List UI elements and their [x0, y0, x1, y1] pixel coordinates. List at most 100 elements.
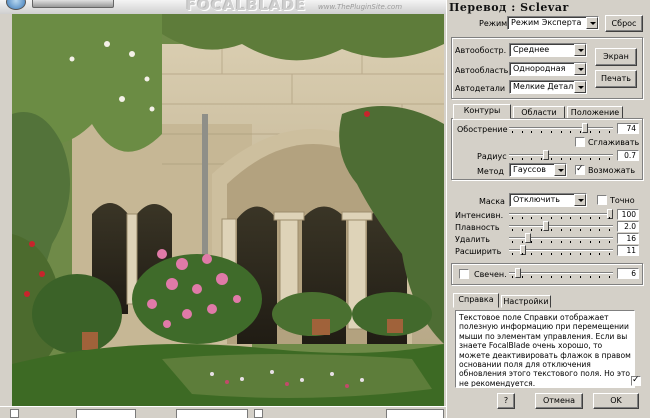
auto-sharpen-value: Среднее [513, 45, 550, 54]
remove-label: Удалить [455, 235, 490, 244]
glow-slider[interactable] [509, 268, 613, 278]
slider-tick [561, 253, 562, 255]
slider-tick [522, 229, 523, 231]
expand-thumb[interactable] [520, 245, 526, 255]
slider-tick [512, 229, 513, 231]
slider-tick [609, 276, 610, 278]
remove-value[interactable]: 16 [617, 233, 639, 244]
slider-tick [512, 276, 513, 278]
smoothness-thumb[interactable] [543, 221, 549, 231]
slider-tick [609, 253, 610, 255]
smoothness-slider[interactable] [509, 221, 613, 231]
cancel-button[interactable]: Отмена [535, 393, 583, 409]
tab-contours[interactable]: Контуры [453, 104, 511, 119]
smoothness-value[interactable]: 2.0 [617, 221, 639, 232]
smoothness-label: Плавность [455, 223, 500, 232]
mode-select[interactable]: Режим Эксперта [507, 16, 599, 30]
slider-tick [512, 253, 513, 255]
expand-label: Расширить [455, 247, 502, 256]
site-watermark: www.ThePluginSite.com [318, 3, 403, 11]
slider-tick [541, 253, 542, 255]
status-field-2 [176, 409, 248, 418]
intensity-value[interactable]: 100 [617, 209, 639, 220]
auto-area-select[interactable]: Однородная [509, 62, 587, 76]
auto-detail-label: Автодетали [455, 84, 506, 93]
slider-tick [541, 241, 542, 243]
slider-tick [551, 241, 552, 243]
slider-tick [512, 217, 513, 219]
slider-tick [551, 253, 552, 255]
tab-settings[interactable]: Настройки [501, 295, 551, 308]
slider-tick [609, 241, 610, 243]
slider-tick [541, 217, 542, 219]
slider-tick [570, 241, 571, 243]
zoom-slider[interactable] [32, 0, 114, 8]
slider-tick [522, 253, 523, 255]
screen-button[interactable]: Экран [595, 48, 637, 66]
mask-value: Отключить [513, 195, 560, 204]
slider-tick [609, 217, 610, 219]
glow-label: Свечен. [474, 270, 507, 279]
control-panel: Перевод : Sclevar Режим Режим Эксперта С… [446, 0, 650, 418]
slider-tick [551, 229, 552, 231]
mode-select-value: Режим Эксперта [511, 18, 582, 27]
exact-checkbox[interactable] [597, 195, 607, 205]
chevron-down-icon [574, 44, 586, 56]
glow-thumb[interactable] [515, 268, 521, 278]
chevron-down-icon [574, 81, 586, 93]
reset-button[interactable]: Сброс [605, 15, 643, 32]
slider-tick [580, 276, 581, 278]
slider-tick [561, 276, 562, 278]
slider-tick [590, 276, 591, 278]
intensity-slider[interactable] [509, 209, 613, 219]
slider-tick [561, 229, 562, 231]
slider-tick [531, 276, 532, 278]
slider-tick [531, 217, 532, 219]
compare-checkbox[interactable] [254, 409, 263, 418]
tab-help[interactable]: Справка [453, 293, 499, 308]
courtyard-photo [12, 14, 444, 406]
slider-tick [599, 241, 600, 243]
slider-tick [561, 217, 562, 219]
auto-sharpen-select[interactable]: Среднее [509, 43, 587, 57]
glow-checkbox[interactable] [459, 269, 469, 279]
slider-tick [570, 217, 571, 219]
slider-tick [531, 241, 532, 243]
print-button[interactable]: Печать [595, 70, 637, 88]
zoom-field[interactable] [386, 409, 444, 418]
auto-detail-select[interactable]: Мелкие Детали [509, 80, 587, 94]
ok-button[interactable]: OK [593, 393, 639, 409]
help-update-checkbox[interactable] [631, 375, 641, 386]
slider-tick [599, 229, 600, 231]
slider-tick [551, 217, 552, 219]
mask-label: Маска [479, 197, 505, 206]
slider-tick [541, 229, 542, 231]
mask-select[interactable]: Отключить [509, 193, 587, 207]
panel-title: Перевод : Sclevar [449, 1, 569, 14]
slider-tick [580, 253, 581, 255]
auto-area-label: Автообласть [455, 66, 509, 75]
app-orb-icon[interactable] [6, 0, 26, 10]
help-button[interactable]: ? [497, 393, 515, 409]
slider-tick [561, 241, 562, 243]
preview-checkbox[interactable] [10, 409, 19, 418]
image-preview[interactable] [12, 14, 444, 406]
intensity-label: Интенсивн. [455, 211, 504, 220]
slider-tick [599, 253, 600, 255]
slider-tick [522, 241, 523, 243]
slider-tick [570, 276, 571, 278]
slider-tick [541, 276, 542, 278]
slider-tick [531, 253, 532, 255]
auto-area-value: Однородная [513, 64, 566, 73]
intensity-thumb[interactable] [607, 209, 613, 219]
slider-tick [599, 217, 600, 219]
expand-slider[interactable] [509, 245, 613, 255]
chevron-down-icon [586, 17, 598, 29]
chevron-down-icon [574, 63, 586, 75]
expand-value[interactable]: 11 [617, 245, 639, 256]
slider-tick [512, 241, 513, 243]
remove-slider[interactable] [509, 233, 613, 243]
glow-value[interactable]: 6 [617, 268, 639, 279]
slider-tick [570, 229, 571, 231]
slider-tick [531, 229, 532, 231]
